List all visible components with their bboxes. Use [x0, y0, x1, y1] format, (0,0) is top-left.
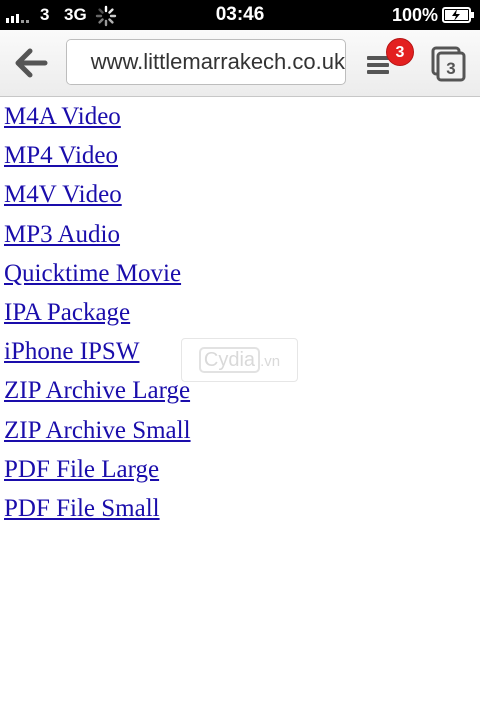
tabs-button[interactable]: 3 [428, 44, 468, 84]
link-pdf-file-small[interactable]: PDF File Small [4, 489, 160, 528]
link-m4v-video[interactable]: M4V Video [4, 175, 122, 214]
link-mp4-video[interactable]: MP4 Video [4, 136, 118, 175]
watermark-logo: Cydia .vn [181, 338, 298, 382]
list-item: IPA Package [4, 293, 480, 332]
link-zip-archive-large[interactable]: ZIP Archive Large [4, 371, 190, 410]
link-m4a-video[interactable]: M4A Video [4, 97, 121, 136]
watermark-tld: .vn [260, 353, 281, 370]
media-link-list: M4A Video MP4 Video M4V Video MP3 Audio … [0, 97, 480, 528]
battery-percentage: 100% [391, 5, 438, 25]
watermark-brand: Cydia [198, 347, 261, 373]
list-item: M4A Video [4, 97, 480, 136]
battery-charging-icon [442, 7, 474, 23]
list-item: M4V Video [4, 175, 480, 214]
list-item: ZIP Archive Small [4, 411, 480, 450]
link-pdf-file-large[interactable]: PDF File Large [4, 450, 159, 489]
list-item: PDF File Small [4, 489, 480, 528]
list-item: MP4 Video [4, 136, 480, 175]
link-iphone-ipsw[interactable]: iPhone IPSW [4, 332, 139, 371]
list-item: MP3 Audio [4, 215, 480, 254]
tab-count: 3 [446, 59, 455, 78]
list-item: PDF File Large [4, 450, 480, 489]
url-field[interactable]: www.littlemarrakech.co.uk [66, 39, 346, 85]
back-arrow-icon[interactable] [14, 46, 50, 80]
notification-badge: 3 [386, 38, 414, 66]
list-item: Quicktime Movie [4, 254, 480, 293]
link-quicktime-movie[interactable]: Quicktime Movie [4, 254, 181, 293]
link-ipa-package[interactable]: IPA Package [4, 293, 130, 332]
page-content: M4A Video MP4 Video M4V Video MP3 Audio … [0, 97, 480, 528]
link-mp3-audio[interactable]: MP3 Audio [4, 215, 120, 254]
link-zip-archive-small[interactable]: ZIP Archive Small [4, 411, 191, 450]
tabs-icon: 3 [431, 46, 466, 82]
url-text: www.littlemarrakech.co.uk [90, 49, 345, 74]
status-bar: 3 3G 03:46 100% [0, 0, 480, 30]
browser-toolbar: www.littlemarrakech.co.uk 3 3 [0, 30, 480, 97]
